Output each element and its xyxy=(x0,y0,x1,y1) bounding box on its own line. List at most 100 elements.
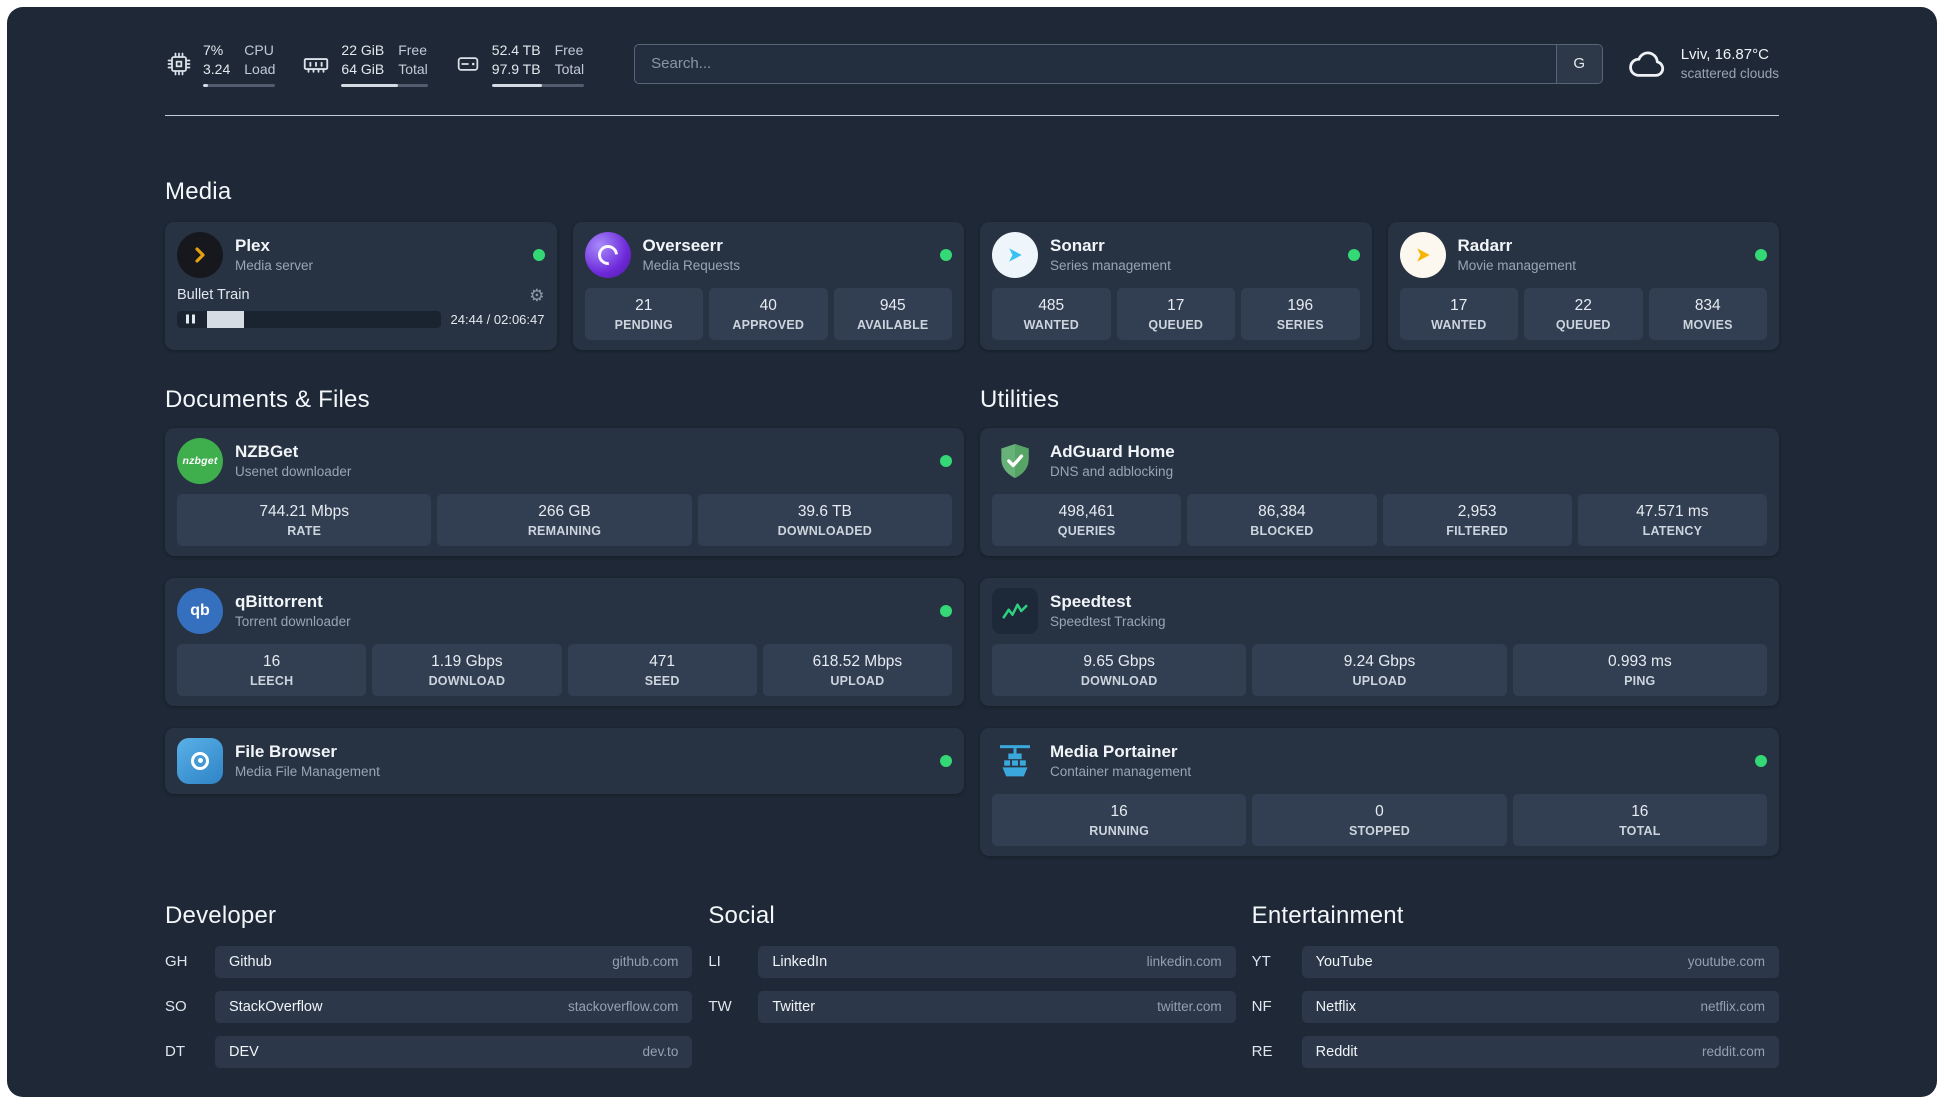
service-name: Speedtest xyxy=(1050,591,1132,611)
service-subtitle: Speedtest Tracking xyxy=(1050,613,1166,629)
stat-label: DOWNLOADED xyxy=(777,523,872,538)
service-subtitle: Media server xyxy=(235,257,314,273)
radarr-icon xyxy=(1399,231,1446,278)
stat-series: 196 SERIES xyxy=(1241,287,1360,340)
card-plex[interactable]: Plex Media server Bullet Train ⚙ 24:44 / 02:… xyxy=(165,221,557,350)
plex-icon xyxy=(177,231,223,278)
stat-label: TOTAL xyxy=(1619,823,1661,838)
bookmark-name: YouTube xyxy=(1315,953,1373,970)
stat-label: DOWNLOAD xyxy=(428,673,506,688)
stat-filtered: 2,953 FILTERED xyxy=(1382,493,1572,546)
disk-usage-bar xyxy=(491,83,585,87)
filebrowser-icon xyxy=(177,737,223,784)
bookmark-item: GH Github github.com xyxy=(165,945,693,978)
stat-value: 40 xyxy=(759,296,777,314)
adguard-icon xyxy=(992,438,1038,484)
stat-remaining: 266 GB REMAINING xyxy=(437,493,692,546)
stat-value: 9.24 Gbps xyxy=(1343,652,1416,670)
disk-free-label: Free xyxy=(554,42,584,58)
bookmark-url: youtube.com xyxy=(1687,954,1765,970)
card-overseerr[interactable]: Overseerr Media Requests 21 PENDING 40 APPROV… xyxy=(572,221,964,350)
cpu-label: CPU xyxy=(244,42,274,58)
pause-icon[interactable] xyxy=(186,314,195,324)
stat-value: 39.6 TB xyxy=(797,502,852,520)
card-speedtest[interactable]: Speedtest Speedtest Tracking 9.65 Gbps DOWN… xyxy=(980,577,1779,706)
cpu-load-value: 3.24 xyxy=(203,60,231,77)
stat-value: 196 xyxy=(1287,296,1314,314)
bookmark-name: Twitter xyxy=(772,998,816,1015)
service-name: AdGuard Home xyxy=(1050,441,1175,461)
stat-value: 834 xyxy=(1694,296,1721,314)
gear-icon[interactable]: ⚙ xyxy=(529,287,544,304)
stat-value: 618.52 Mbps xyxy=(812,652,903,670)
memory-free-value: 22 GiB xyxy=(341,42,385,58)
bookmark-link[interactable]: YouTube youtube.com xyxy=(1301,945,1779,978)
card-portainer[interactable]: Media Portainer Container management 16 RUN… xyxy=(980,727,1779,856)
card-adguard[interactable]: AdGuard Home DNS and adblocking 498,461 QUE… xyxy=(980,427,1779,556)
memory-usage-bar xyxy=(341,83,428,87)
stat-value: 16 xyxy=(1110,802,1128,820)
section-media: Media Plex Media server Bullet Train ⚙ 24:44… xyxy=(165,178,1779,350)
bookmark-link[interactable]: LinkedIn linkedin.com xyxy=(758,945,1236,978)
stat-ping: 0.993 ms PING xyxy=(1512,643,1767,696)
stat-label: DOWNLOAD xyxy=(1080,673,1158,688)
card-nzbget[interactable]: nzbget NZBGet Usenet downloader 744.21 Mbps… xyxy=(165,427,964,556)
stat-total: 16 TOTAL xyxy=(1512,793,1767,846)
card-radarr[interactable]: Radarr Movie management 17 WANTED 22 QUEUED 83… xyxy=(1387,221,1779,350)
stat-label: RATE xyxy=(287,523,322,538)
bookmark-name: DEV xyxy=(229,1043,259,1060)
card-filebrowser[interactable]: File Browser Media File Management xyxy=(165,727,964,794)
section-utilities: Utilities AdGuard Home DNS and adblocking… xyxy=(980,386,1779,856)
stat-value: 0 xyxy=(1375,802,1384,820)
card-sonarr[interactable]: Sonarr Series management 485 WANTED 17 QUEUED… xyxy=(980,221,1372,350)
disk-icon xyxy=(454,50,482,78)
bookmark-link[interactable]: Netflix netflix.com xyxy=(1301,990,1779,1023)
stat-leech: 16 LEECH xyxy=(177,643,367,696)
stat-label: UPLOAD xyxy=(830,673,885,688)
stat-label: BLOCKED xyxy=(1250,523,1314,538)
stat-label: WANTED xyxy=(1431,317,1487,332)
qbittorrent-icon: qb xyxy=(177,587,223,634)
disk-total-value: 97.9 TB xyxy=(491,60,541,77)
bookmark-abbr: LI xyxy=(708,953,721,971)
stat-value: 266 GB xyxy=(538,502,591,520)
section-title-media: Media xyxy=(165,177,232,205)
status-indicator xyxy=(1755,248,1767,261)
stat-label: SEED xyxy=(644,673,680,688)
stat-value: 9.65 Gbps xyxy=(1083,652,1155,670)
service-name: File Browser xyxy=(235,741,338,761)
card-qbittorrent[interactable]: qb qBittorrent Torrent downloader 16 LEECH 1.… xyxy=(165,577,964,706)
bookmark-abbr: GH xyxy=(165,953,188,971)
stat-pending: 21 PENDING xyxy=(584,287,703,340)
disk-widget: 52.4 TB 97.9 TB Free Total xyxy=(454,41,585,87)
stat-value: 86,384 xyxy=(1258,502,1306,520)
bookmark-link[interactable]: Twitter twitter.com xyxy=(758,990,1236,1023)
status-indicator xyxy=(1347,248,1360,261)
service-subtitle: Movie management xyxy=(1457,257,1577,273)
playback-progress-bar[interactable] xyxy=(177,310,441,328)
bookmark-link[interactable]: DEV dev.to xyxy=(215,1035,693,1068)
stat-value: 485 xyxy=(1038,296,1065,314)
stat-download: 9.65 Gbps DOWNLOAD xyxy=(992,643,1247,696)
stat-value: 22 xyxy=(1574,296,1592,314)
stat-upload: 9.24 Gbps UPLOAD xyxy=(1252,643,1507,696)
search-input[interactable] xyxy=(635,55,1556,73)
media-card-grid: Plex Media server Bullet Train ⚙ 24:44 / 02:… xyxy=(165,221,1779,350)
stat-latency: 47.571 ms LATENCY xyxy=(1577,493,1767,546)
bookmark-url: github.com xyxy=(612,954,679,970)
memory-widget: 22 GiB 64 GiB Free Total xyxy=(301,41,428,87)
service-name: Radarr xyxy=(1457,235,1513,255)
stat-label: SERIES xyxy=(1276,317,1324,332)
service-subtitle: Usenet downloader xyxy=(235,463,352,479)
bookmark-link[interactable]: Reddit reddit.com xyxy=(1301,1035,1779,1068)
search-provider-button[interactable]: G xyxy=(1555,44,1602,83)
stat-label: MOVIES xyxy=(1682,317,1733,332)
stat-queries: 498,461 QUERIES xyxy=(992,493,1182,546)
stats-row: 21 PENDING 40 APPROVED 945 AVAILABLE xyxy=(584,287,952,340)
bookmark-link[interactable]: StackOverflow stackoverflow.com xyxy=(215,990,693,1023)
card-header: Sonarr Series management xyxy=(992,231,1360,278)
status-indicator xyxy=(940,604,952,617)
bookmark-link[interactable]: Github github.com xyxy=(215,945,693,978)
stat-label: UPLOAD xyxy=(1352,673,1407,688)
bookmark-abbr: RE xyxy=(1251,1043,1273,1061)
